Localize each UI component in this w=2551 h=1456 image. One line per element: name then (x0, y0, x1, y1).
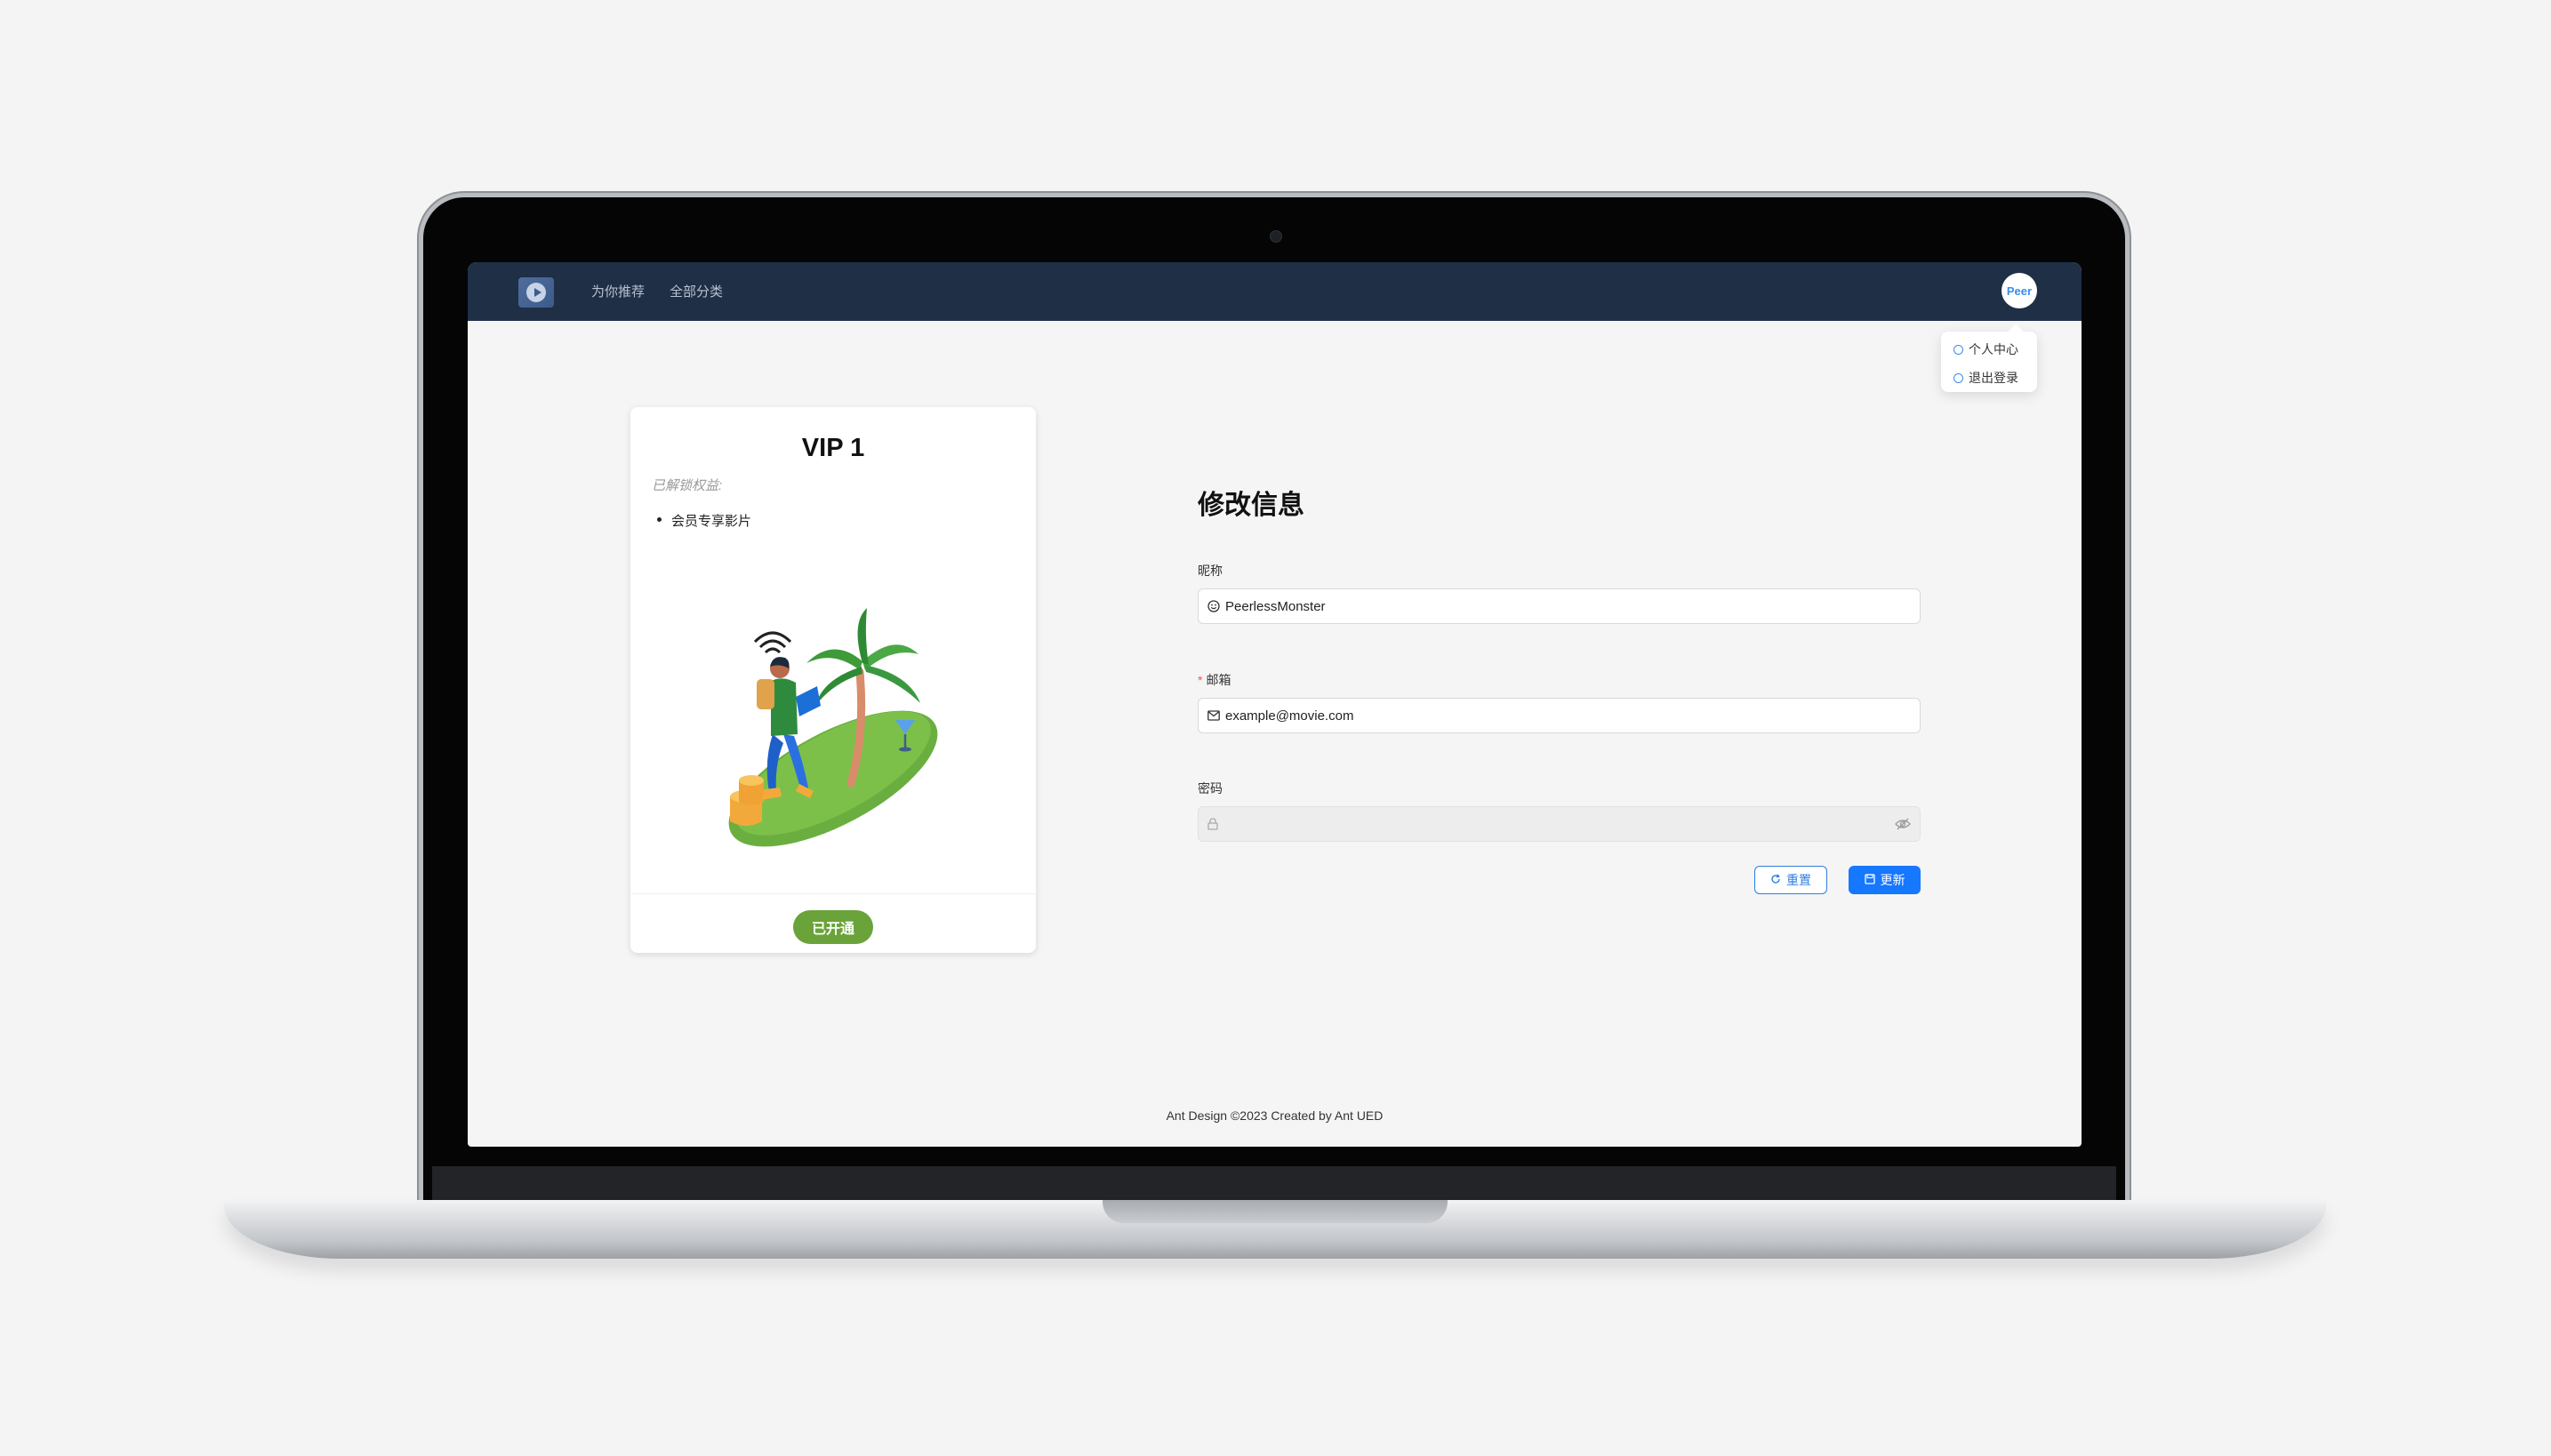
laptop-bezel-bottom (432, 1166, 2116, 1200)
menu-item-profile-label: 个人中心 (1969, 342, 2018, 356)
nickname-value: PeerlessMonster (1225, 598, 1326, 614)
app-screen: 为你推荐 全部分类 Peer 个人中心 退出登录 VIP 1 已解锁权益: 会员… (468, 262, 2082, 1147)
update-button[interactable]: 更新 (1849, 866, 1921, 894)
vip-unlocked-subtitle: 已解锁权益: (652, 478, 723, 493)
update-button-label: 更新 (1880, 873, 1905, 887)
laptop-notch (1103, 1200, 1448, 1223)
menu-item-logout[interactable]: 退出登录 (1953, 369, 2018, 387)
vip-activated-button[interactable]: 已开通 (793, 910, 873, 944)
logout-icon (1953, 372, 1963, 383)
nickname-input[interactable]: PeerlessMonster (1198, 588, 1921, 624)
user-dropdown-menu: 个人中心 退出登录 (1941, 332, 2037, 392)
required-mark: * (1198, 673, 1203, 687)
eye-invisible-icon[interactable] (1895, 818, 1911, 830)
page-footer: Ant Design ©2023 Created by Ant UED (1166, 1108, 1384, 1123)
lock-icon (1207, 818, 1220, 830)
email-value: example@movie.com (1225, 708, 1354, 724)
app-logo[interactable] (518, 277, 554, 308)
email-label-text: 邮箱 (1206, 673, 1231, 687)
nickname-label: 昵称 (1198, 564, 1223, 578)
user-icon (1953, 344, 1963, 355)
webcam (1270, 230, 1282, 243)
menu-item-logout-label: 退出登录 (1969, 371, 2018, 385)
save-icon (1864, 873, 1875, 887)
email-input[interactable]: example@movie.com (1198, 698, 1921, 733)
password-label: 密码 (1198, 781, 1223, 796)
form-title: 修改信息 (1198, 491, 1304, 520)
vip-level-title: VIP 1 (801, 434, 865, 462)
top-nav-bar: 为你推荐 全部分类 Peer (468, 262, 2082, 321)
vip-benefit-item: 会员专享影片 (656, 511, 751, 530)
mail-icon (1207, 709, 1220, 722)
nav-item-categories[interactable]: 全部分类 (670, 282, 723, 300)
reset-button-label: 重置 (1786, 873, 1811, 887)
reload-icon (1770, 873, 1781, 887)
vip-illustration (728, 608, 938, 847)
play-circle-icon (526, 283, 546, 302)
menu-item-profile[interactable]: 个人中心 (1953, 340, 2018, 358)
vip-card: VIP 1 已解锁权益: 会员专享影片 已开通 (630, 407, 1036, 953)
reset-button[interactable]: 重置 (1754, 866, 1827, 894)
email-label: * 邮箱 (1198, 671, 1231, 689)
smile-icon (1207, 600, 1220, 612)
nav-item-recommend[interactable]: 为你推荐 (591, 282, 645, 300)
user-avatar[interactable]: Peer (2001, 273, 2037, 308)
card-divider (630, 893, 1036, 894)
password-input[interactable] (1198, 806, 1921, 842)
